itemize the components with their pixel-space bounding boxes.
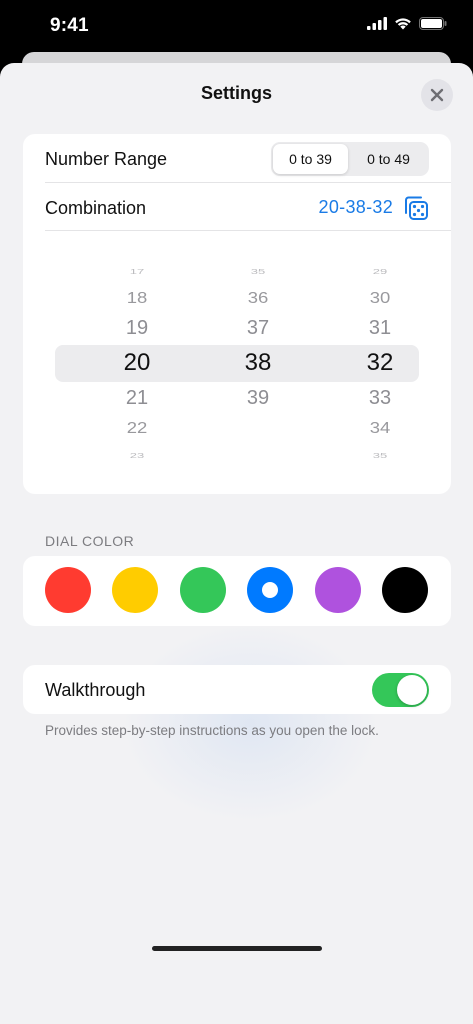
walkthrough-label: Walkthrough xyxy=(45,680,146,700)
selected-indicator xyxy=(262,582,278,598)
number-range-label: Number Range xyxy=(45,149,168,169)
color-swatch-yellow[interactable] xyxy=(112,567,158,613)
toggle-knob xyxy=(397,675,427,705)
battery-icon xyxy=(419,17,447,30)
picker-item[interactable]: 22 xyxy=(97,420,177,436)
dial-color-card xyxy=(23,556,451,626)
picker-item[interactable]: 33 xyxy=(340,388,419,408)
combination-value[interactable]: 20-38-32 xyxy=(319,197,393,218)
status-icons xyxy=(367,17,447,30)
picker-item[interactable]: 37 xyxy=(218,318,298,338)
status-time: 9:41 xyxy=(50,15,89,36)
color-swatch-purple[interactable] xyxy=(315,567,361,613)
dial-color-header: DIAL COLOR xyxy=(45,533,135,549)
picker-item-selected[interactable]: 32 xyxy=(340,351,419,375)
signal-icon xyxy=(367,17,387,30)
combination-picker[interactable]: 17 18 19 20 21 22 23 35 36 37 38 39 29 30 31 32 33 34 35 xyxy=(55,259,419,464)
walkthrough-toggle[interactable] xyxy=(372,673,429,707)
home-indicator xyxy=(152,946,322,951)
settings-sheet: Settings Number Range 0 to 39 0 to 49 Co… xyxy=(0,63,473,1024)
picker-item-selected[interactable]: 38 xyxy=(218,351,298,375)
picker-item[interactable]: 39 xyxy=(218,388,298,408)
picker-item[interactable]: 35 xyxy=(340,451,419,458)
wifi-icon xyxy=(395,18,411,30)
color-swatch-blue[interactable] xyxy=(247,567,293,613)
color-swatch-green[interactable] xyxy=(180,567,226,613)
divider xyxy=(45,182,451,183)
picker-item[interactable]: 29 xyxy=(340,267,419,274)
range-option-0-to-39[interactable]: 0 to 39 xyxy=(273,144,348,174)
picker-item[interactable]: 17 xyxy=(97,267,177,274)
dice-icon xyxy=(405,196,428,220)
picker-item-selected[interactable]: 20 xyxy=(97,351,177,375)
picker-item[interactable]: 36 xyxy=(218,290,298,306)
picker-item[interactable]: 23 xyxy=(97,451,177,458)
number-range-segmented-control[interactable]: 0 to 39 0 to 49 xyxy=(271,142,429,176)
page-title: Settings xyxy=(200,83,272,103)
close-icon xyxy=(430,88,444,102)
walkthrough-card: Walkthrough xyxy=(23,665,451,714)
color-swatch-red[interactable] xyxy=(45,567,91,613)
range-option-0-to-49[interactable]: 0 to 49 xyxy=(351,144,426,174)
status-bar: 9:41 xyxy=(0,0,473,52)
picker-column-3[interactable]: 29 30 31 32 33 34 35 xyxy=(340,259,419,464)
picker-item[interactable]: 31 xyxy=(340,318,419,338)
shuffle-button[interactable] xyxy=(403,195,429,221)
divider xyxy=(45,230,451,231)
picker-column-1[interactable]: 17 18 19 20 21 22 23 xyxy=(97,259,177,464)
picker-item[interactable]: 19 xyxy=(97,318,177,338)
walkthrough-footnote: Provides step-by-step instructions as yo… xyxy=(45,723,379,738)
picker-item[interactable]: 21 xyxy=(97,388,177,408)
combination-label: Combination xyxy=(45,198,147,218)
picker-item[interactable]: 30 xyxy=(340,290,419,306)
picker-item[interactable]: 34 xyxy=(340,420,419,436)
picker-item[interactable]: 35 xyxy=(218,267,298,274)
close-button[interactable] xyxy=(421,79,453,111)
picker-column-2[interactable]: 35 36 37 38 39 xyxy=(218,259,298,464)
picker-item[interactable]: 18 xyxy=(97,290,177,306)
lock-settings-card: Number Range 0 to 39 0 to 49 Combination… xyxy=(23,134,451,494)
color-swatch-black[interactable] xyxy=(382,567,428,613)
